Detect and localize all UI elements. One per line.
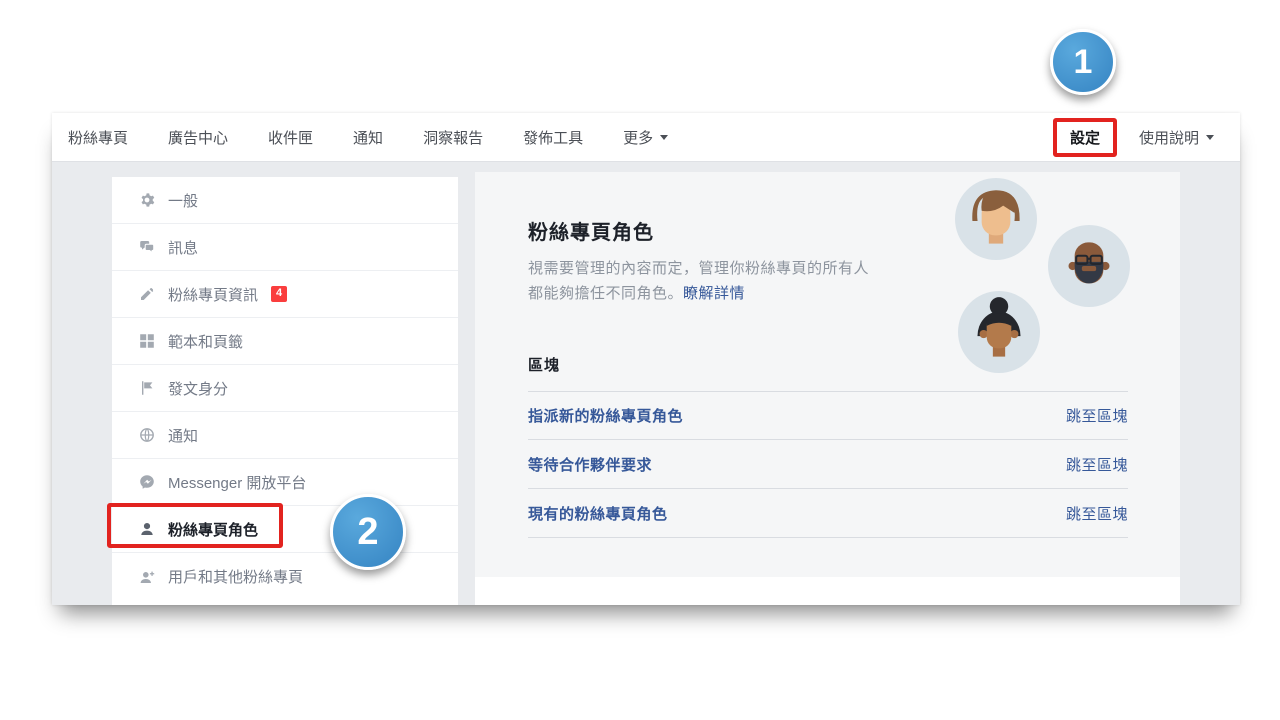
page: 粉絲專頁 廣告中心 收件匣 通知 洞察報告 發佈工具 更多 設定 使用說明	[0, 0, 1280, 720]
nav-item-settings[interactable]: 設定	[1070, 130, 1100, 147]
section-row-existing-page-roles: 現有的粉絲專頁角色 跳至區塊	[528, 489, 1128, 538]
sections-header: 區塊	[528, 354, 560, 375]
jump-to-section-link[interactable]: 跳至區塊	[1066, 503, 1128, 524]
sidebar-item-label: 訊息	[168, 237, 198, 258]
next-section-top	[475, 577, 1180, 605]
sidebar-item-templates-tabs[interactable]: 範本和頁籤	[112, 318, 458, 365]
flag-icon	[139, 380, 155, 396]
avatar-woman-bob	[955, 178, 1037, 260]
sidebar-item-messaging[interactable]: 訊息	[112, 224, 458, 271]
section-row-assign-new-role: 指派新的粉絲專頁角色 跳至區塊	[528, 391, 1128, 440]
sidebar-item-label: 粉絲專頁角色	[168, 519, 258, 540]
person-plus-icon	[139, 569, 155, 585]
section-link[interactable]: 指派新的粉絲專頁角色	[528, 405, 683, 426]
nav-item-ad-center[interactable]: 廣告中心	[168, 127, 228, 148]
sidebar-item-label: 發文身分	[168, 378, 228, 399]
annotation-step-1: 1	[1050, 29, 1116, 95]
description-line2: 都能夠擔任不同角色。	[528, 285, 683, 302]
sidebar-item-page-info[interactable]: 粉絲專頁資訊 4	[112, 271, 458, 318]
top-nav-tabs: 粉絲專頁 廣告中心 收件匣 通知 洞察報告 發佈工具 更多	[68, 127, 668, 148]
person-icon	[139, 521, 155, 537]
notification-count-badge: 4	[271, 286, 287, 302]
jump-to-section-link[interactable]: 跳至區塊	[1066, 454, 1128, 475]
caret-down-icon	[660, 135, 668, 140]
sidebar-item-label: 範本和頁籤	[168, 331, 243, 352]
messenger-icon	[139, 474, 155, 490]
caret-down-icon	[1206, 135, 1214, 140]
sidebar-item-messenger-platform[interactable]: Messenger 開放平台	[112, 459, 458, 506]
sidebar-item-label: 通知	[168, 425, 198, 446]
sidebar-item-people-other-pages[interactable]: 用戶和其他粉絲專頁	[112, 553, 458, 600]
nav-item-more[interactable]: 更多	[623, 127, 668, 148]
section-row-pending-partner-requests: 等待合作夥伴要求 跳至區塊	[528, 440, 1128, 489]
avatar-man-glasses	[1048, 225, 1130, 307]
avatar-woman-bun	[958, 291, 1040, 373]
annotation-step-1-number: 1	[1074, 43, 1093, 82]
description-line1: 視需要管理的內容而定，管理你粉絲專頁的所有人	[528, 260, 869, 277]
sidebar-item-notifications[interactable]: 通知	[112, 412, 458, 459]
pencil-icon	[139, 286, 155, 302]
settings-sidebar: 一般 訊息 粉絲專頁資訊 4 範本和頁籤 發文身分	[112, 177, 458, 605]
sections-list: 指派新的粉絲專頁角色 跳至區塊 等待合作夥伴要求 跳至區塊 現有的粉絲專頁角色 …	[528, 391, 1128, 538]
nav-item-notifications[interactable]: 通知	[353, 127, 383, 148]
nav-item-page[interactable]: 粉絲專頁	[68, 127, 128, 148]
nav-item-help[interactable]: 使用說明	[1139, 127, 1214, 148]
sidebar-item-page-roles[interactable]: 粉絲專頁角色	[112, 506, 458, 553]
annotation-step-2-number: 2	[357, 511, 378, 554]
learn-more-link[interactable]: 瞭解詳情	[683, 285, 745, 302]
sidebar-item-general[interactable]: 一般	[112, 177, 458, 224]
page-title: 粉絲專頁角色	[528, 216, 654, 245]
page-roles-panel: 粉絲專頁角色 視需要管理的內容而定，管理你粉絲專頁的所有人 都能夠擔任不同角色。…	[475, 172, 1180, 577]
sidebar-item-label: 一般	[168, 190, 198, 211]
top-nav: 粉絲專頁 廣告中心 收件匣 通知 洞察報告 發佈工具 更多 設定 使用說明	[52, 113, 1240, 162]
sidebar-item-label: 粉絲專頁資訊	[168, 284, 258, 305]
settings-highlight-box: 設定	[1053, 118, 1117, 157]
nav-more-label: 更多	[623, 127, 653, 148]
jump-to-section-link[interactable]: 跳至區塊	[1066, 405, 1128, 426]
sidebar-item-label: 用戶和其他粉絲專頁	[168, 566, 303, 587]
nav-item-insights[interactable]: 洞察報告	[423, 127, 483, 148]
nav-item-inbox[interactable]: 收件匣	[268, 127, 313, 148]
annotation-step-2: 2	[330, 494, 406, 570]
page-description: 視需要管理的內容而定，管理你粉絲專頁的所有人 都能夠擔任不同角色。瞭解詳情	[528, 256, 968, 306]
nav-item-publishing-tools[interactable]: 發佈工具	[523, 127, 583, 148]
top-nav-right: 設定 使用說明	[1053, 118, 1214, 157]
globe-icon	[139, 427, 155, 443]
gear-icon	[139, 192, 155, 208]
settings-body: 一般 訊息 粉絲專頁資訊 4 範本和頁籤 發文身分	[52, 162, 1240, 605]
section-link[interactable]: 現有的粉絲專頁角色	[528, 503, 668, 524]
facebook-settings-screenshot: 粉絲專頁 廣告中心 收件匣 通知 洞察報告 發佈工具 更多 設定 使用說明	[52, 113, 1240, 605]
grid-icon	[139, 333, 155, 349]
sidebar-item-label: Messenger 開放平台	[168, 472, 306, 493]
chat-icon	[139, 239, 155, 255]
sidebar-item-post-attribution[interactable]: 發文身分	[112, 365, 458, 412]
nav-help-label: 使用說明	[1139, 127, 1199, 148]
section-link[interactable]: 等待合作夥伴要求	[528, 454, 652, 475]
